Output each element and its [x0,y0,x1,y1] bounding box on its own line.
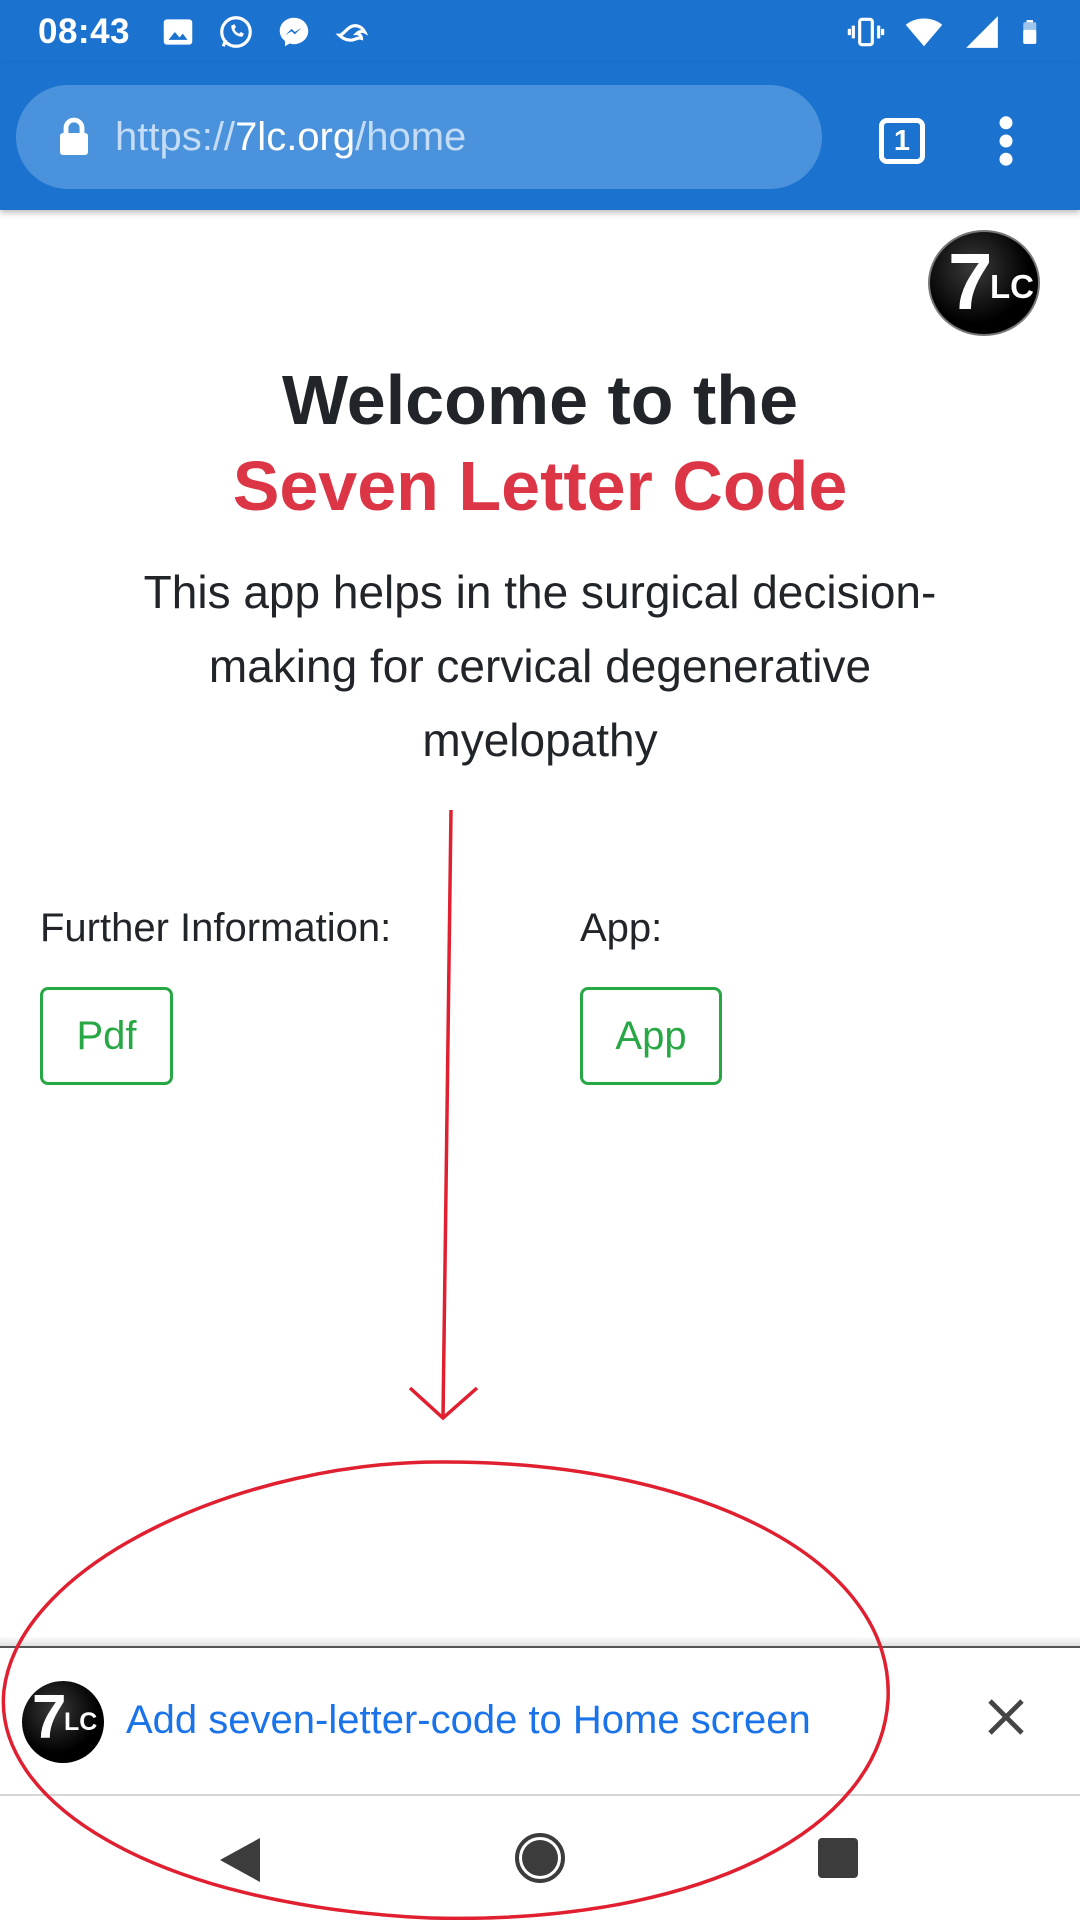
banner-logo-seven: 7 [32,1683,67,1752]
welcome-heading: Welcome to the [281,361,798,439]
url-host: 7lc.org [235,115,356,159]
url-text[interactable]: https://7lc.org/home [115,115,466,159]
tab-switcher-button[interactable]: 1 [879,118,925,164]
add-to-home-screen-banner[interactable]: 7 LC Add seven-letter-code to Home scree… [0,1646,1080,1796]
image-icon [163,19,193,45]
annotation-overlay [1,809,890,1920]
browser-toolbar: https://7lc.org/home 1 [0,63,1080,210]
banner-logo-lc: LC [64,1708,98,1736]
home-icon[interactable] [514,1832,566,1884]
messenger-icon [279,17,309,47]
url-path: /home [355,115,467,159]
app-label: App: [580,906,663,950]
status-time: 08:43 [38,12,131,51]
url-scheme: https:// [115,115,236,159]
address-bar[interactable]: https://7lc.org/home [16,85,822,189]
brand-heading: Seven Letter Code [232,447,848,525]
crowdstrike-icon [335,24,369,42]
close-icon[interactable] [982,1693,1030,1741]
system-icons [846,13,1046,51]
battery-icon [1023,20,1037,44]
banner-app-logo: 7 LC [22,1681,104,1763]
recents-icon[interactable] [816,1836,860,1880]
annotation-arrow-head [408,1386,479,1421]
wifi-icon [905,18,943,47]
logo-lc: LC [990,268,1034,305]
annotation-arrow-shaft [441,809,453,1419]
signal-icon [966,16,998,48]
site-logo[interactable]: 7 LC [928,230,1040,336]
notification-icons [158,13,372,51]
navigation-bar [0,1798,1080,1920]
logo-seven: 7 [948,237,993,326]
pdf-button[interactable]: Pdf [40,987,173,1085]
status-bar: 08:43 [0,0,1080,63]
lock-icon [60,117,88,155]
banner-shadow [0,1636,1080,1646]
intro-text: This app helps in the surgical decision-… [143,566,937,766]
whatsapp-icon [220,16,252,48]
vibrate-icon [847,17,885,47]
further-information-label: Further Information: [40,906,392,950]
back-icon[interactable] [216,1834,264,1886]
add-to-home-screen-text[interactable]: Add seven-letter-code to Home screen [126,1696,811,1744]
app-button[interactable]: App [580,987,722,1085]
more-menu-icon[interactable] [990,115,1022,167]
